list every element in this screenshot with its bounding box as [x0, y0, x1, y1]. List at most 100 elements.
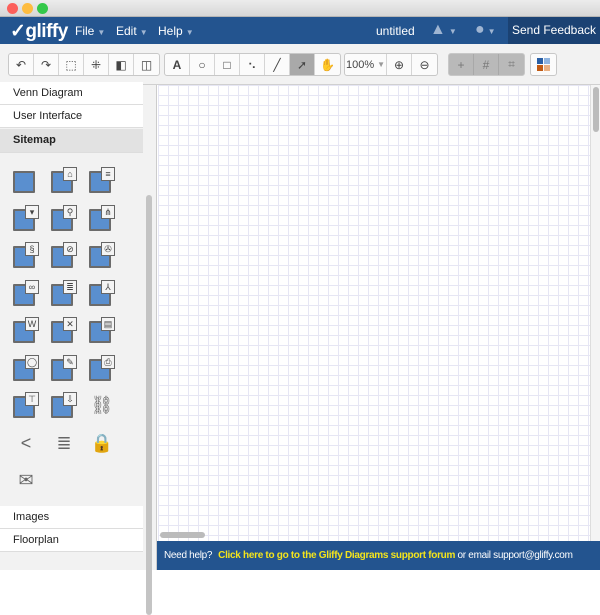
menu-edit[interactable]: Edit ▼	[116, 24, 148, 38]
grid-icon[interactable]: #	[474, 54, 499, 75]
app-header: ✓gliffy File ▼ Edit ▼ Help ▼ untitled ▲ ▼ ● ▼…	[0, 17, 600, 44]
shape-lock[interactable]: 🔒	[89, 430, 115, 456]
library-user-interface[interactable]: User Interface	[0, 105, 143, 128]
shape-home[interactable]: ⌂	[51, 167, 77, 193]
game-icon: ∞	[25, 279, 39, 294]
form-icon: ▾	[25, 204, 39, 219]
close-window-button[interactable]	[7, 3, 18, 14]
text-icon[interactable]: A	[165, 54, 190, 75]
snap-icon[interactable]: ⌗	[499, 54, 524, 75]
canvas-vertical-scrollbar[interactable]	[590, 85, 600, 541]
line-icon[interactable]: ╱	[265, 54, 290, 75]
shape-compass[interactable]: ⊘	[51, 242, 77, 268]
shape-sitemap[interactable]: ⋔	[89, 204, 115, 231]
pdf-icon: ⅄	[101, 279, 115, 294]
zoom-select[interactable]: 100% ▼	[345, 54, 387, 75]
zoom-tools: 100% ▼ ⊕ ⊖	[344, 53, 438, 76]
edit-tools: ↶ ↷ ⬚ ⁜ ◧ ◫	[8, 53, 160, 76]
shape-form[interactable]: ▾	[13, 204, 39, 231]
link-icon: ⛓	[90, 395, 114, 415]
help-prefix: Need help?	[164, 550, 213, 561]
crosshair-icon[interactable]: +	[449, 54, 474, 75]
send-back-icon[interactable]: ◫	[134, 54, 159, 75]
share-icon: <	[20, 432, 32, 453]
ellipse-icon[interactable]: ○	[190, 54, 215, 75]
home-icon: ⌂	[63, 167, 77, 181]
excel-icon: ✕	[63, 317, 77, 331]
minimize-window-button[interactable]	[22, 3, 33, 14]
shape-media[interactable]: ✇	[89, 242, 115, 268]
send-feedback-button[interactable]: Send Feedback	[508, 17, 600, 44]
shape-powerpoint[interactable]: ▤	[89, 317, 115, 343]
shape-print[interactable]: ⎙	[89, 354, 115, 381]
drawing-canvas[interactable]	[158, 85, 590, 541]
bring-front-icon[interactable]: ◧	[109, 54, 134, 75]
shape-word[interactable]: W	[13, 317, 39, 343]
zoom-in-icon[interactable]: ⊕	[387, 54, 412, 75]
table-icon: ⊤	[25, 392, 39, 406]
shape-game[interactable]: ∞	[13, 279, 39, 306]
media-icon: ✇	[101, 242, 115, 256]
support-email-text[interactable]: or email support@gliffy.com	[455, 550, 573, 561]
shape-download[interactable]: ⇩	[51, 392, 77, 418]
shape-document[interactable]: ≣	[51, 279, 77, 306]
user-icon[interactable]: ● ▼	[475, 21, 496, 39]
undo-icon[interactable]: ↶	[9, 54, 34, 75]
shape-share[interactable]: <	[13, 430, 39, 456]
logo-text: gliffy	[25, 21, 68, 42]
shape-pdf[interactable]: ⅄	[89, 279, 115, 306]
redo-icon[interactable]: ↷	[34, 54, 59, 75]
comment-icon: ◯	[25, 354, 39, 369]
lock-icon: 🔒	[90, 432, 114, 453]
search-icon: ⚲	[63, 204, 77, 219]
library-images[interactable]: Images	[0, 506, 143, 529]
shape-edit[interactable]: ✎	[51, 354, 77, 381]
shape-table[interactable]: ⊤	[13, 392, 39, 418]
google-drive-icon[interactable]: ▲ ▼	[430, 21, 457, 39]
select-group-icon[interactable]: ⬚	[59, 54, 84, 75]
shape-email[interactable]: ✉	[13, 467, 39, 493]
draw-tools: A ○ □ ⠢ ╱ ➚ ✋	[164, 53, 341, 76]
menu-file[interactable]: File ▼	[75, 24, 105, 38]
gliffy-logo[interactable]: ✓gliffy	[10, 20, 68, 43]
zoom-window-button[interactable]	[37, 3, 48, 14]
hand-icon[interactable]: ✋	[315, 54, 340, 75]
shape-comment[interactable]: ◯	[13, 354, 39, 381]
shape-page[interactable]	[13, 167, 39, 193]
shape-library-sidebar: Venn Diagram User Interface Sitemap ⌂ ≡ ▾ ⚲…	[0, 82, 157, 615]
connector-icon[interactable]: ⠢	[240, 54, 265, 75]
canvas-horizontal-scrollbar[interactable]	[160, 532, 205, 538]
pointer-icon[interactable]: ➚	[290, 54, 315, 75]
shape-search[interactable]: ⚲	[51, 204, 77, 231]
menu-label: File	[75, 24, 95, 38]
menu-label: Help	[158, 24, 183, 38]
document-title[interactable]: untitled	[376, 24, 415, 38]
shape-excel[interactable]: ✕	[51, 317, 77, 343]
zoom-value: 100%	[345, 58, 375, 71]
library-sitemap[interactable]: Sitemap	[0, 129, 143, 153]
sitemap-icon: ⋔	[101, 204, 115, 219]
powerpoint-icon: ▤	[101, 317, 115, 331]
theme-tools	[530, 53, 557, 76]
shape-database[interactable]: ≣	[51, 430, 77, 456]
scroll-thumb[interactable]	[593, 87, 599, 132]
library-venn-diagram[interactable]: Venn Diagram	[0, 82, 143, 105]
menu-label: Edit	[116, 24, 137, 38]
toolbar: ↶ ↷ ⬚ ⁜ ◧ ◫ A ○ □ ⠢ ╱ ➚ ✋ 100% ▼ ⊕ ⊖ + # …	[0, 44, 600, 85]
shape-text-page[interactable]: ≡	[89, 167, 115, 193]
document-icon: ≣	[63, 279, 77, 294]
menu-help[interactable]: Help ▼	[158, 24, 194, 38]
library-floorplan[interactable]: Floorplan	[0, 529, 143, 552]
zoom-out-icon[interactable]: ⊖	[412, 54, 437, 75]
theme-icon[interactable]	[531, 54, 556, 75]
shape-link[interactable]: ⛓	[89, 392, 115, 418]
grid-tools: + # ⌗	[448, 53, 525, 76]
support-forum-link[interactable]: Click here to go to the Gliffy Diagrams …	[218, 550, 455, 561]
sidebar-scrollbar[interactable]	[146, 195, 152, 615]
rectangle-icon[interactable]: □	[215, 54, 240, 75]
ungroup-icon[interactable]: ⁜	[84, 54, 109, 75]
shape-scroll[interactable]: §	[13, 242, 39, 268]
word-icon: W	[25, 317, 39, 331]
page-icon	[13, 171, 35, 193]
edit-icon: ✎	[63, 354, 77, 369]
